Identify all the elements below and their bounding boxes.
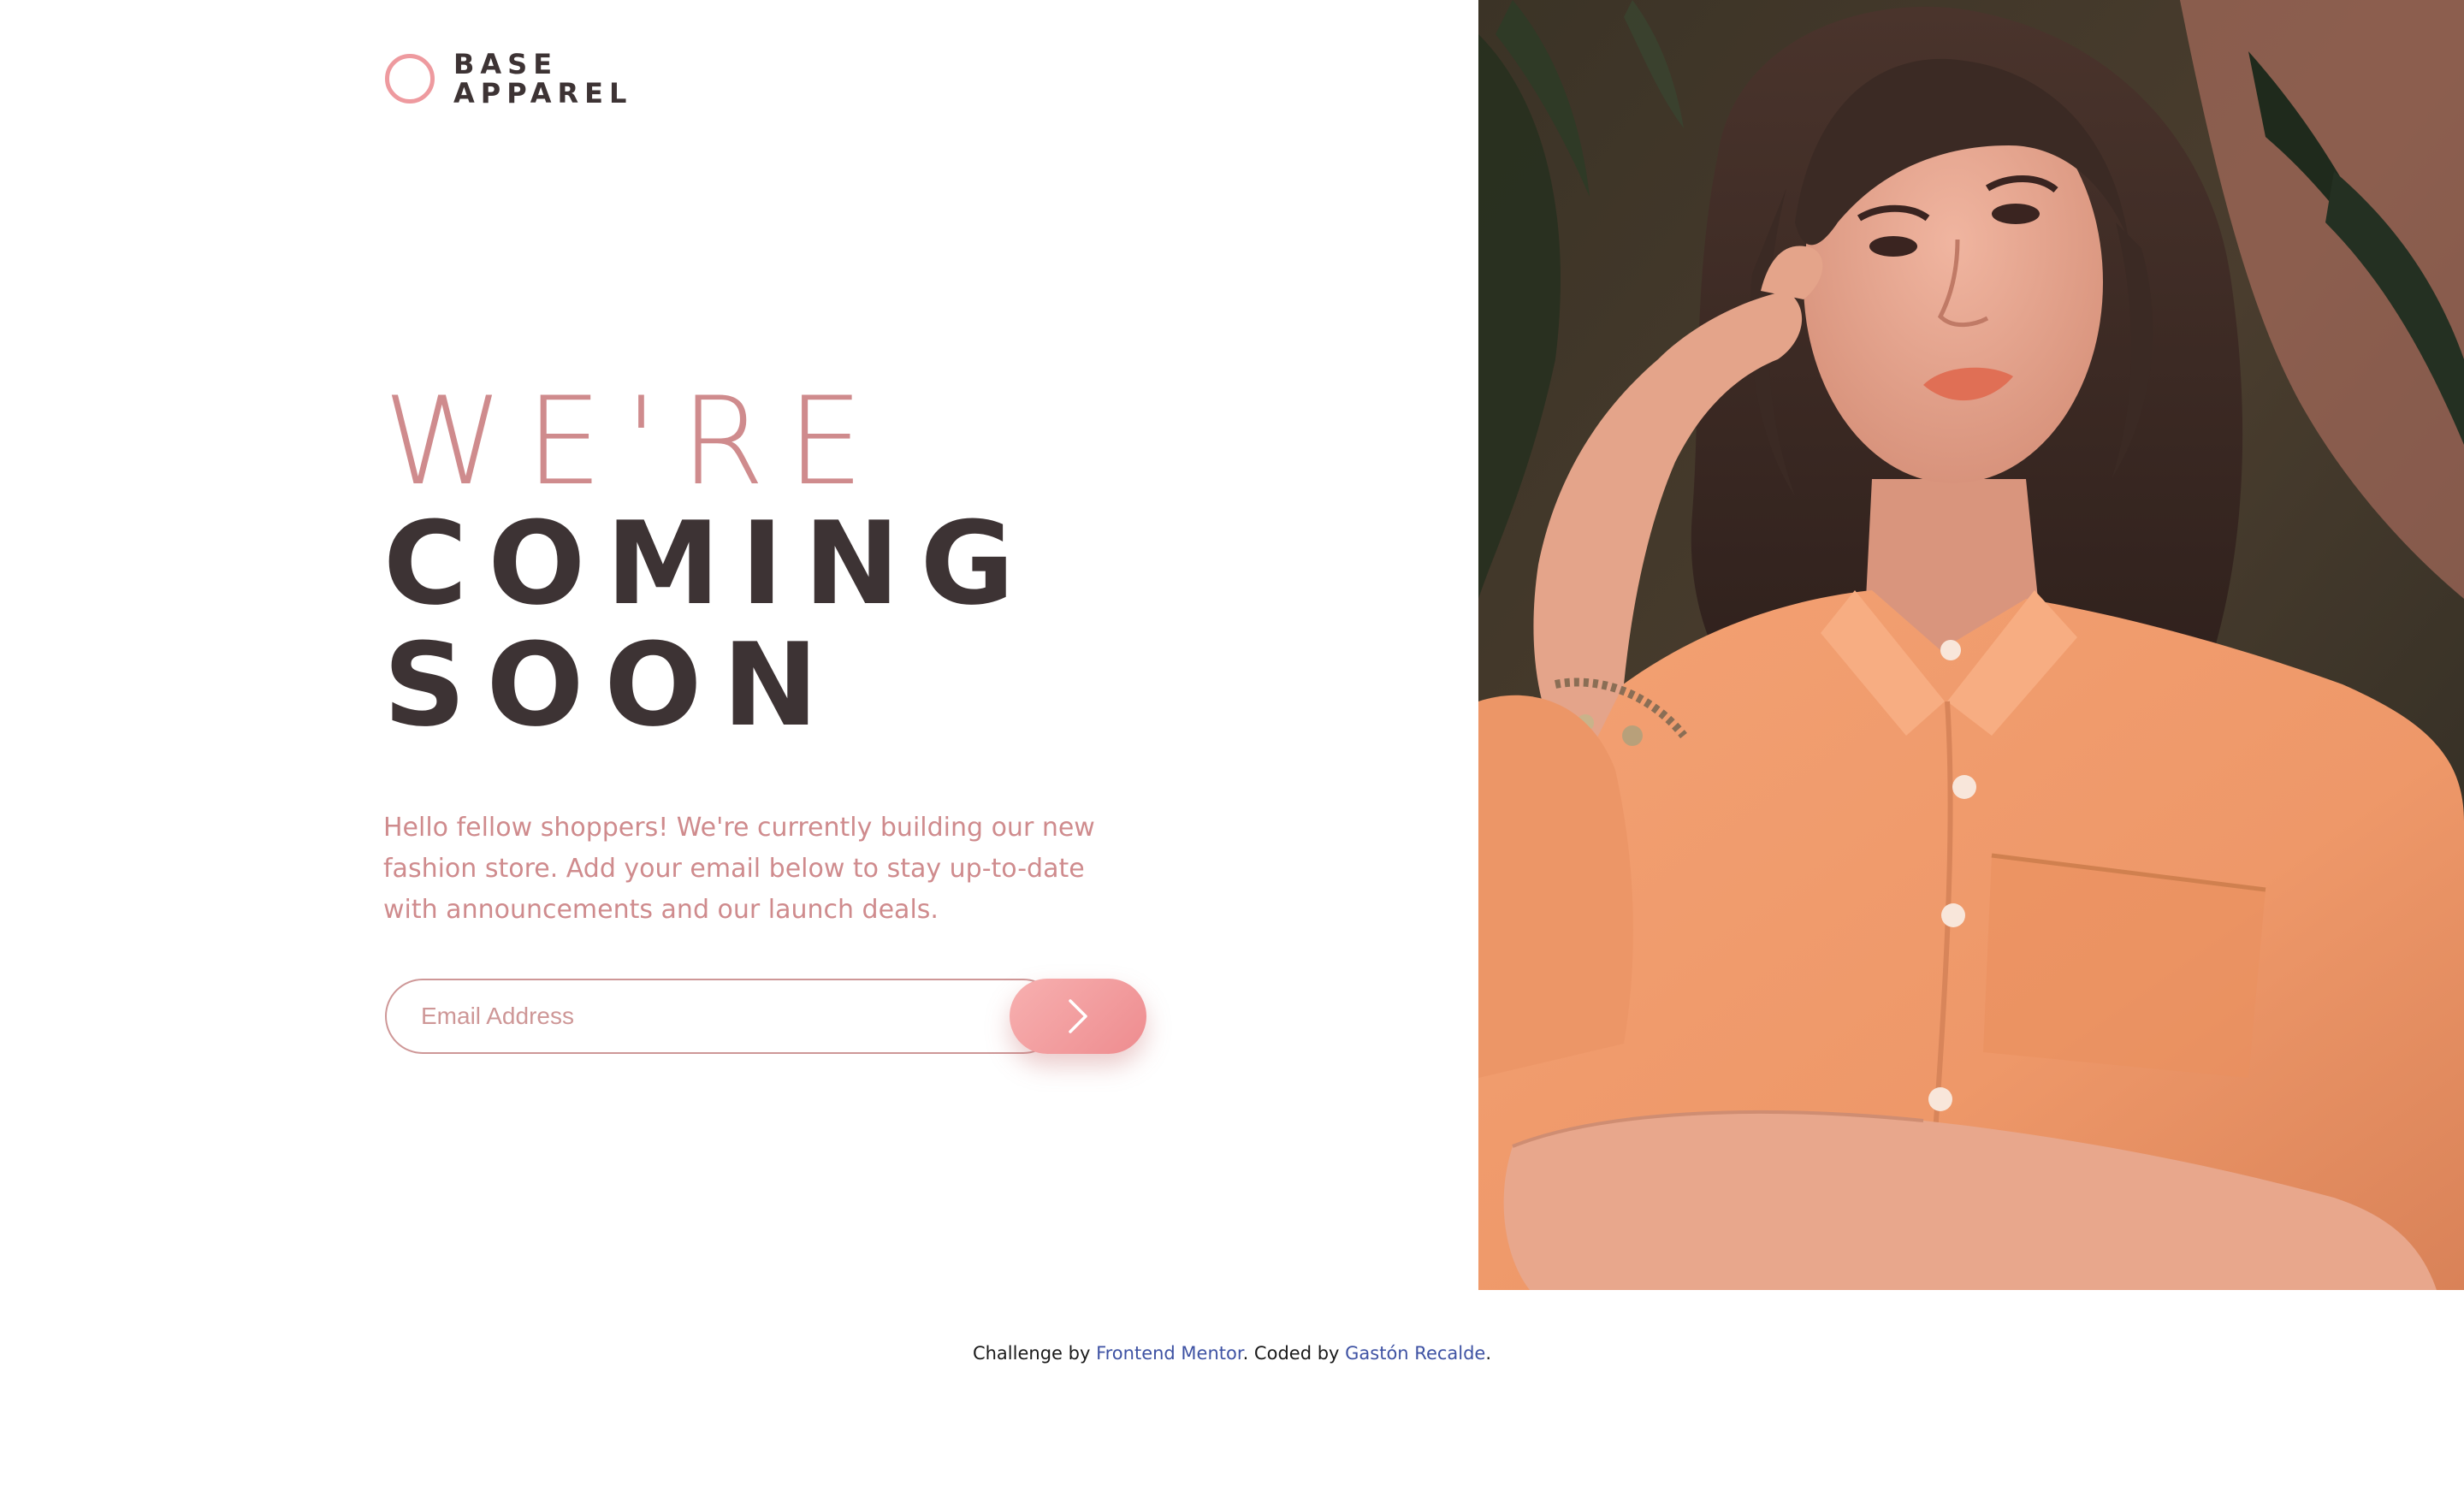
page-title: WE'RE COMING SOON xyxy=(383,371,1035,752)
brand-logo[interactable]: BASE APPAREL xyxy=(385,50,632,108)
email-signup-form xyxy=(385,979,1146,1054)
brand-line-2: APPAREL xyxy=(453,77,633,109)
brand-wordmark: BASE APPAREL xyxy=(453,50,632,108)
circle-ring-icon xyxy=(385,54,435,104)
model-photo-illustration xyxy=(1478,0,2464,1290)
hero-photo xyxy=(1478,0,2464,1290)
attribution-suffix: . xyxy=(1485,1343,1492,1364)
author-link[interactable]: Gastón Recalde xyxy=(1345,1343,1485,1364)
attribution: Challenge by Frontend Mentor. Coded by G… xyxy=(0,1343,2464,1364)
attribution-middle: . Coded by xyxy=(1242,1343,1340,1364)
chevron-right-icon xyxy=(1069,999,1087,1033)
headline-light: WE'RE xyxy=(383,371,886,512)
headline-dark-line-1: COMING xyxy=(383,497,1035,630)
intro-text: Hello fellow shoppers! We're currently b… xyxy=(383,813,1095,925)
submit-button[interactable] xyxy=(1010,979,1146,1054)
email-field[interactable] xyxy=(385,979,1061,1054)
attribution-prefix: Challenge by xyxy=(972,1343,1091,1364)
challenge-link[interactable]: Frontend Mentor xyxy=(1096,1343,1243,1364)
brand-line-1: BASE xyxy=(453,48,559,80)
headline-dark-line-2: SOON xyxy=(383,618,839,752)
